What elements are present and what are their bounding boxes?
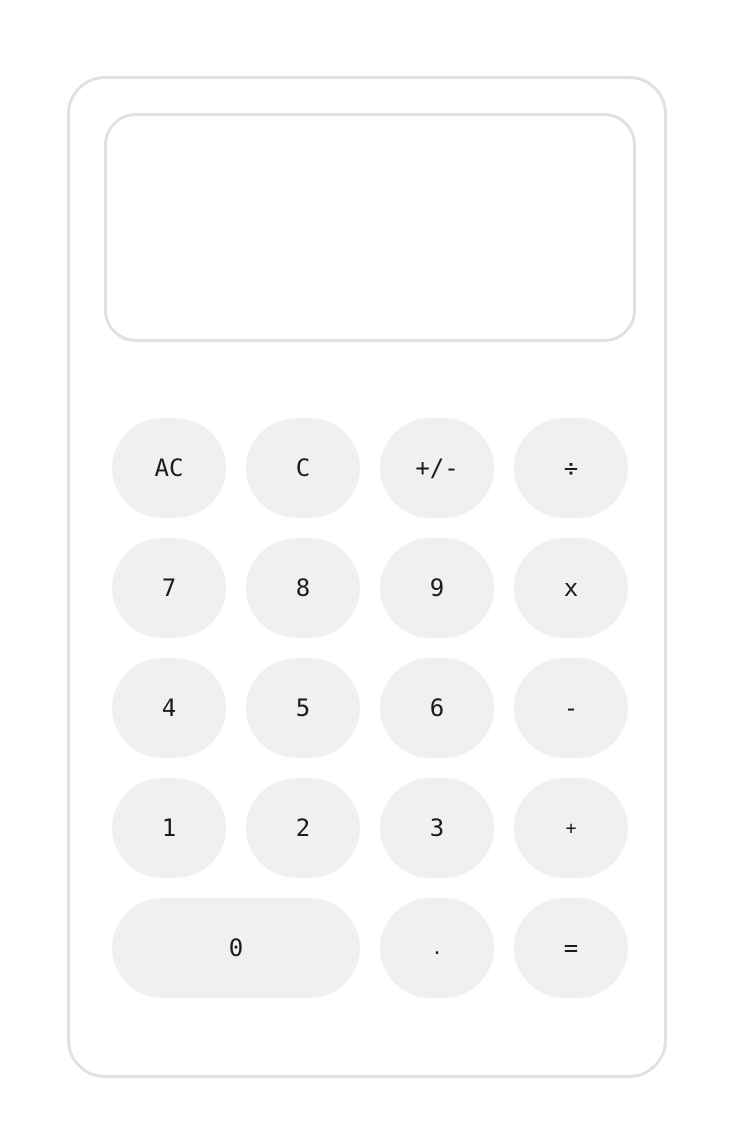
decimal-point-button[interactable]: . bbox=[380, 898, 494, 998]
digit-1-button[interactable]: 1 bbox=[112, 778, 226, 878]
digit-4-button[interactable]: 4 bbox=[112, 658, 226, 758]
negate-button[interactable]: +/- bbox=[380, 418, 494, 518]
subtract-button[interactable]: - bbox=[514, 658, 628, 758]
clear-button[interactable]: C bbox=[246, 418, 360, 518]
digit-2-button[interactable]: 2 bbox=[246, 778, 360, 878]
all-clear-button[interactable]: AC bbox=[112, 418, 226, 518]
calculator-display bbox=[104, 113, 636, 342]
multiply-button[interactable]: x bbox=[514, 538, 628, 638]
digit-9-button[interactable]: 9 bbox=[380, 538, 494, 638]
digit-5-button[interactable]: 5 bbox=[246, 658, 360, 758]
divide-button[interactable]: ÷ bbox=[514, 418, 628, 518]
digit-8-button[interactable]: 8 bbox=[246, 538, 360, 638]
digit-7-button[interactable]: 7 bbox=[112, 538, 226, 638]
digit-6-button[interactable]: 6 bbox=[380, 658, 494, 758]
digit-0-button[interactable]: 0 bbox=[112, 898, 360, 998]
digit-3-button[interactable]: 3 bbox=[380, 778, 494, 878]
calculator-body: AC C +/- ÷ 7 8 9 x 4 5 6 - 1 2 3 + 0 . = bbox=[67, 76, 667, 1078]
add-button[interactable]: + bbox=[514, 778, 628, 878]
equals-button[interactable]: = bbox=[514, 898, 628, 998]
